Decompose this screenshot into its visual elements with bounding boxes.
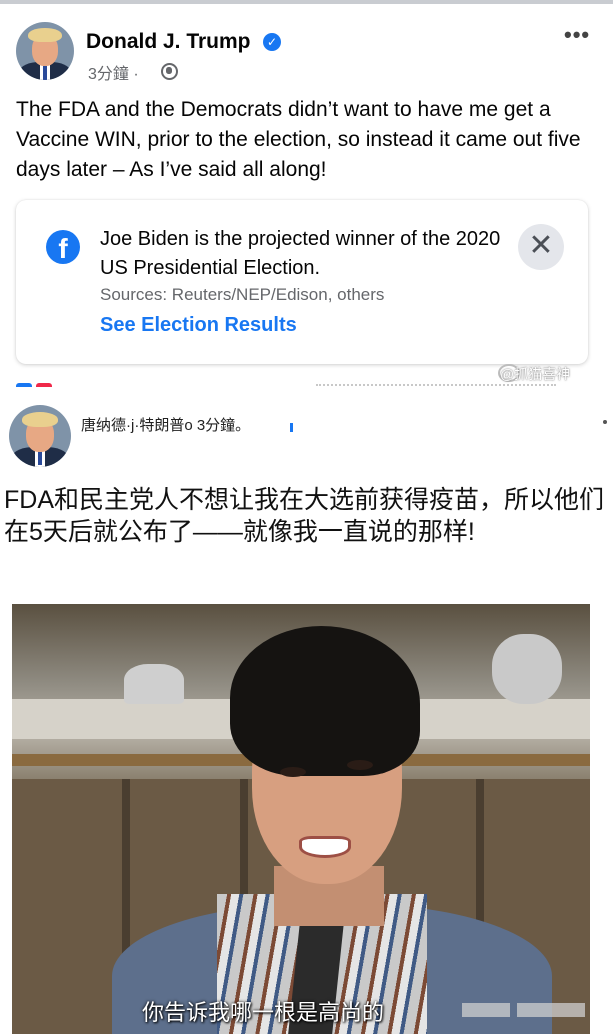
like-reaction-icon xyxy=(16,383,32,387)
verified-mark-icon xyxy=(290,423,293,432)
more-options-icon[interactable]: ••• xyxy=(564,22,590,48)
blurred-watermark xyxy=(517,1003,585,1017)
election-card-sources: Sources: Reuters/NEP/Edison, others xyxy=(100,285,385,304)
facebook-icon: f xyxy=(46,230,80,264)
translated-author-avatar xyxy=(9,405,71,467)
love-reaction-icon xyxy=(36,383,52,387)
post-time[interactable]: 3分鐘 · xyxy=(88,60,139,84)
globe-icon xyxy=(161,63,178,80)
author-avatar[interactable] xyxy=(16,22,74,80)
translated-author-line: 唐纳德·j·特朗普o 3分鐘。 xyxy=(81,417,251,434)
meme-image: 你告诉我哪一根是高尚的 xyxy=(12,604,590,1034)
meme-subtitle: 你告诉我哪一根是高尚的 xyxy=(142,1000,385,1025)
see-election-results-link[interactable]: See Election Results xyxy=(100,314,297,337)
election-info-card: f Joe Biden is the projected winner of t… xyxy=(16,200,588,364)
top-divider xyxy=(0,0,613,4)
post-time-label: 3分鐘 xyxy=(88,66,129,83)
watermark: @抓猫喜神 xyxy=(500,366,571,382)
blurred-watermark xyxy=(462,1003,510,1017)
reaction-divider xyxy=(316,384,556,388)
translated-post-text: FDA和民主党人不想让我在大选前获得疫苗，所以他们在5天后就公布了——就像我一直… xyxy=(4,486,605,546)
reaction-strip xyxy=(16,383,556,387)
more-dot-icon xyxy=(603,420,607,424)
close-icon[interactable]: ✕ xyxy=(518,224,564,270)
author-name[interactable]: Donald J. Trump xyxy=(86,30,251,54)
time-separator: · xyxy=(133,66,139,83)
election-card-title: Joe Biden is the projected winner of the… xyxy=(100,228,501,279)
post-text: The FDA and the Democrats didn’t want to… xyxy=(16,98,581,181)
verified-badge-icon: ✓ xyxy=(263,33,281,51)
